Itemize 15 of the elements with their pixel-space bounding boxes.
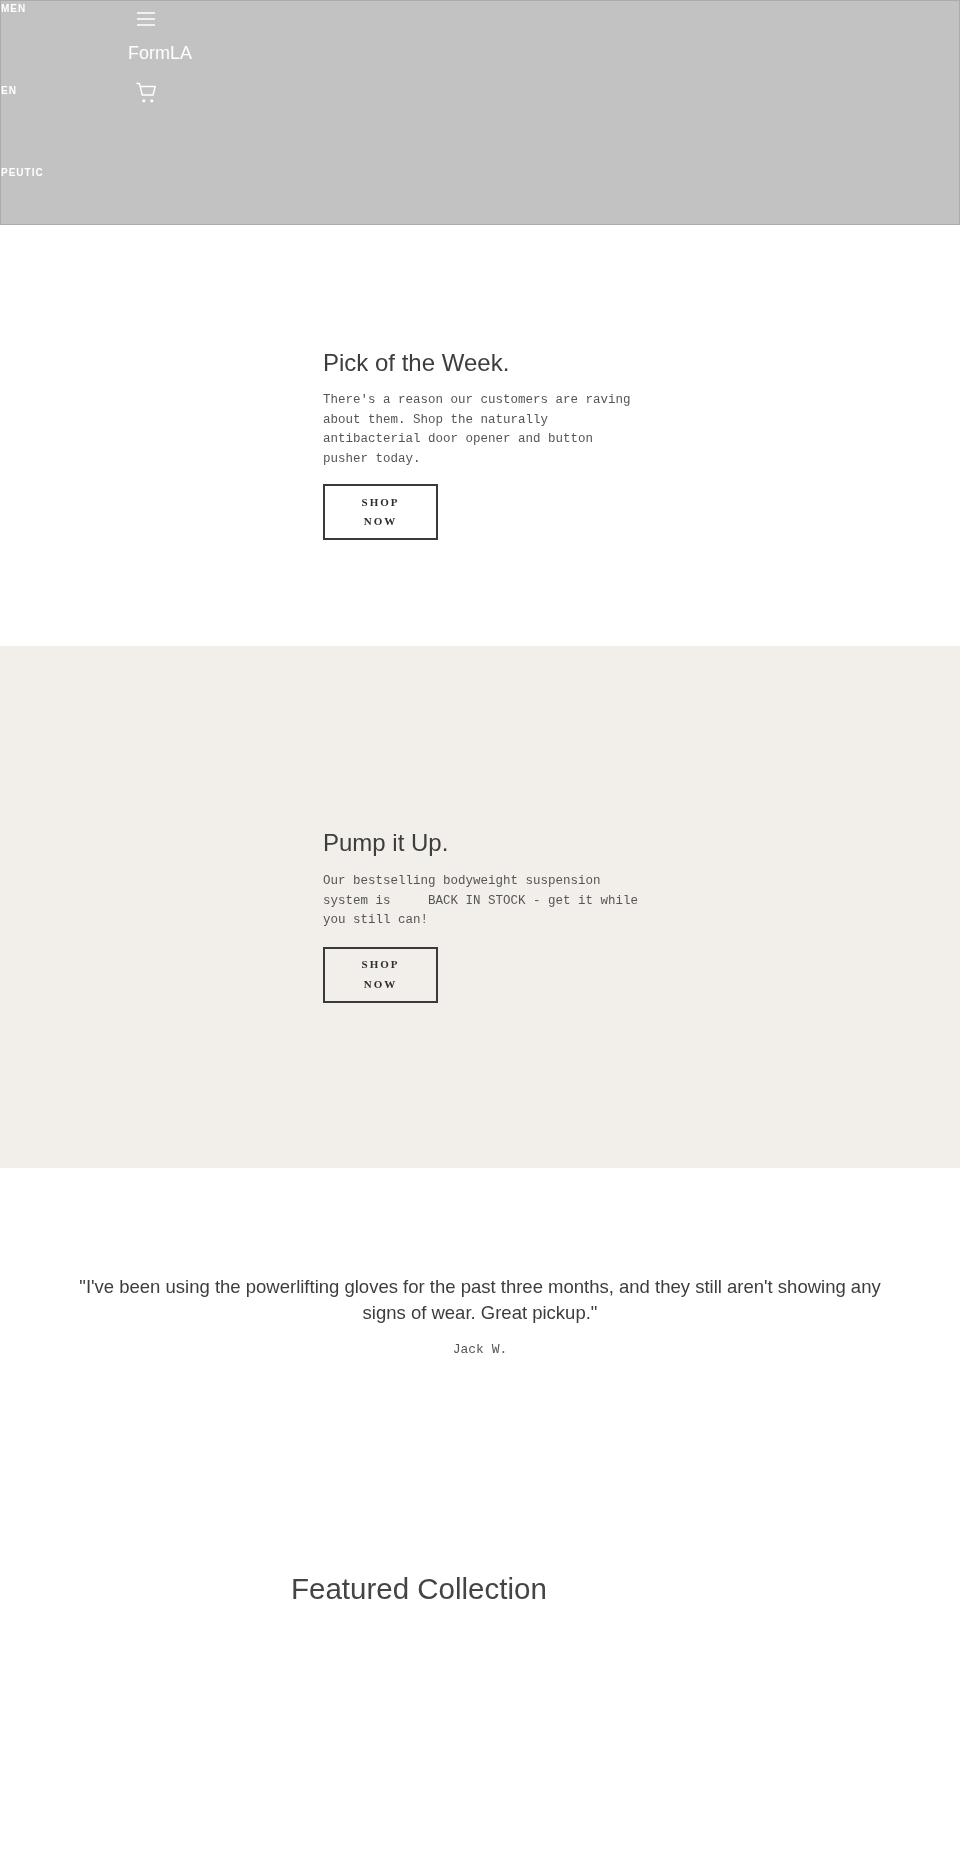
promo-heading: Pick of the Week.: [323, 348, 510, 377]
testimonial-author: Jack W.: [452, 1341, 508, 1359]
shop-now-button[interactable]: SHOP NOW: [323, 946, 438, 1003]
promo-text: Our bestselling bodyweight suspension system is BACK IN STOCK - get it while you still can!: [323, 873, 640, 929]
menu-icon[interactable]: [137, 12, 155, 26]
brand-logo[interactable]: FormLA: [128, 42, 192, 64]
promo-heading: Pump it Up.: [323, 828, 449, 857]
nav-link[interactable]: MEN: [1, 3, 27, 15]
testimonial-quote: "I've been using the powerlifting gloves for the past three months, and they still aren't showing any signs of wear. Great pickup.": [78, 1275, 882, 1325]
nav-link[interactable]: PEUTIC: [1, 167, 44, 179]
section-heading: Featured Collection: [291, 1571, 547, 1607]
nav-link[interactable]: EN: [1, 85, 17, 97]
cart-icon[interactable]: [136, 82, 156, 103]
shop-now-button[interactable]: SHOP NOW: [323, 484, 438, 540]
promo-text: There's a reason our customers are raving about them. Shop the naturally antibacterial door opener and button pusher today.: [323, 392, 632, 468]
